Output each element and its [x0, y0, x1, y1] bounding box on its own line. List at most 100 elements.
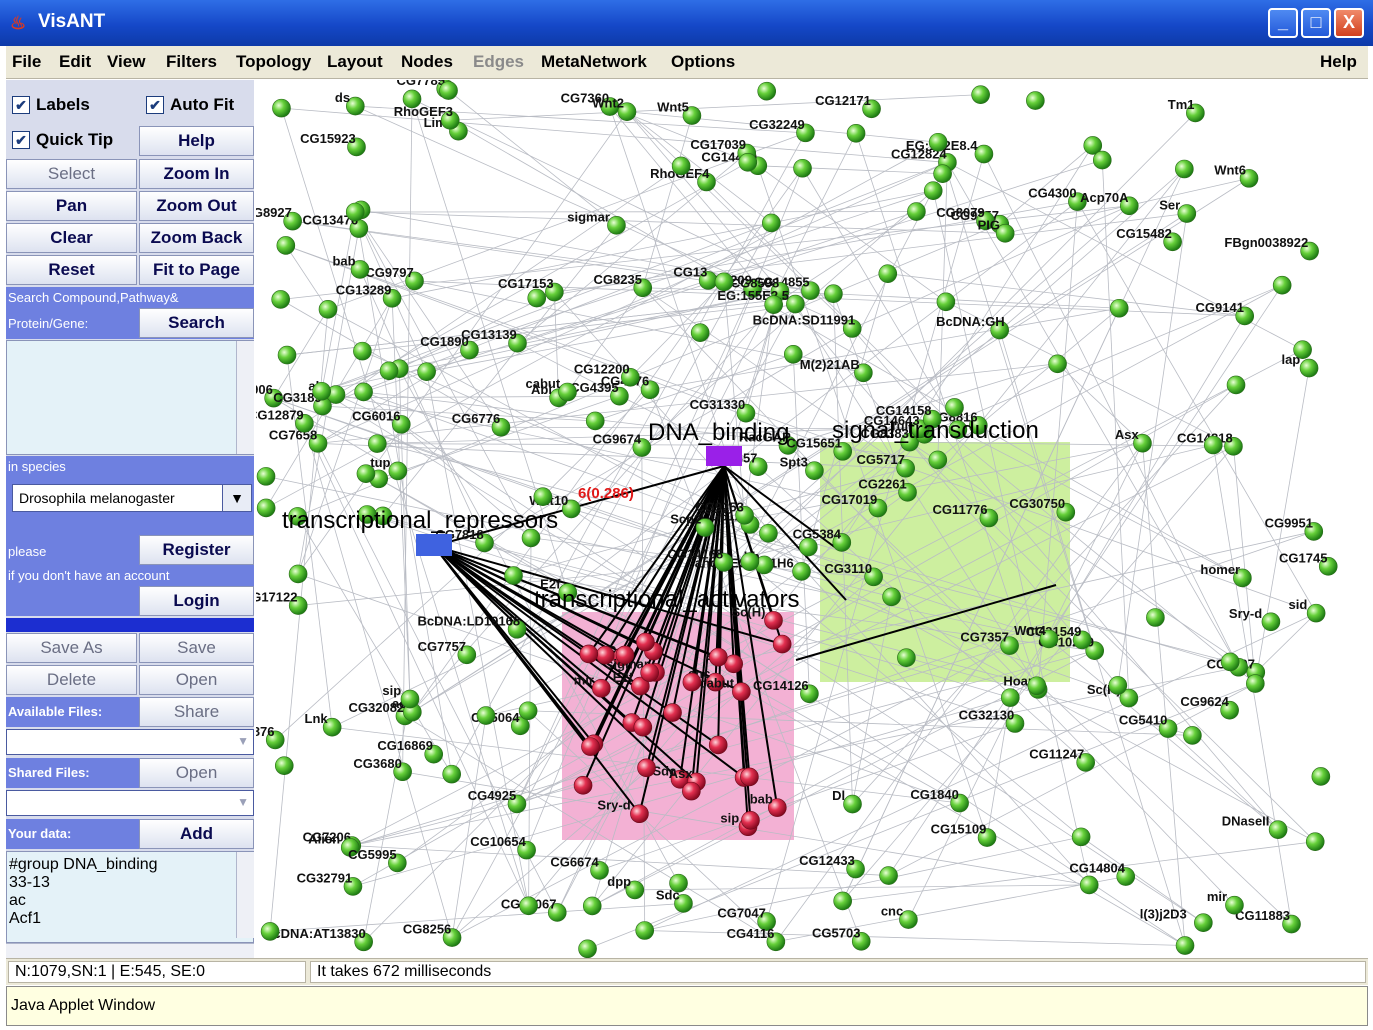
pan-button[interactable]: Pan [6, 191, 137, 221]
chevron-down-icon[interactable]: ▼ [222, 485, 251, 511]
gene-node[interactable] [928, 132, 948, 152]
gene-node[interactable] [518, 701, 538, 721]
gene-node[interactable] [400, 689, 420, 709]
zoom-out-button[interactable]: Zoom Out [139, 191, 254, 221]
gene-node[interactable] [1293, 340, 1312, 359]
gene-node[interactable] [936, 292, 956, 312]
minimize-button[interactable]: _ [1268, 8, 1298, 38]
gene-node[interactable] [928, 450, 948, 470]
register-button[interactable]: Register [139, 535, 254, 565]
menu-metanetwork[interactable]: MetaNetwork [541, 52, 647, 72]
activator-node[interactable] [595, 645, 615, 665]
activator-node[interactable] [633, 717, 653, 737]
menu-view[interactable]: View [107, 52, 145, 72]
activator-node[interactable] [740, 767, 759, 787]
open-button[interactable]: Open [139, 665, 254, 695]
search-button[interactable]: Search [139, 308, 254, 338]
gene-node[interactable] [1027, 676, 1047, 696]
activator-node[interactable] [579, 644, 599, 664]
activator-node[interactable] [682, 672, 702, 692]
activator-node[interactable] [640, 663, 659, 682]
share-button[interactable]: Share [139, 697, 254, 727]
search-input[interactable] [6, 340, 254, 455]
gene-node[interactable] [271, 290, 290, 309]
gene-node[interactable] [738, 152, 758, 172]
menu-edges[interactable]: Edges [473, 52, 524, 72]
gene-node[interactable] [277, 345, 297, 365]
save-as-button[interactable]: Save As [6, 633, 137, 663]
gene-node[interactable] [923, 181, 943, 200]
delete-button[interactable]: Delete [6, 665, 137, 695]
gene-node[interactable] [690, 323, 710, 342]
gene-node[interactable] [1261, 612, 1281, 632]
gene-node[interactable] [379, 361, 399, 381]
gene-node[interactable] [764, 295, 783, 314]
activator-node[interactable] [637, 758, 656, 778]
gene-node[interactable] [318, 300, 338, 319]
gene-node[interactable] [882, 587, 901, 607]
login-button[interactable]: Login [139, 586, 254, 616]
gene-node[interactable] [714, 272, 734, 292]
gene-node[interactable] [1194, 913, 1213, 933]
gene-node[interactable] [1000, 688, 1020, 707]
menu-nodes[interactable]: Nodes [401, 52, 453, 72]
activator-node[interactable] [709, 647, 728, 667]
gene-node[interactable] [476, 706, 496, 725]
gene-node[interactable] [1026, 91, 1045, 110]
gene-node[interactable] [805, 461, 824, 481]
menu-file[interactable]: File [12, 52, 41, 72]
gene-node[interactable] [1048, 354, 1067, 374]
gene-node[interactable] [442, 764, 461, 784]
gene-node[interactable] [757, 81, 777, 101]
gene-node[interactable] [276, 236, 296, 255]
network-canvas[interactable]: anon-EST:fe1H6CG13289CG6126CG7206CG8383E… [256, 80, 1368, 958]
gene-node[interactable] [1175, 159, 1194, 179]
activator-node[interactable] [682, 781, 701, 801]
gene-node[interactable] [1203, 435, 1223, 455]
gene-node[interactable] [353, 341, 372, 361]
gene-node[interactable] [1225, 895, 1244, 915]
gene-node[interactable] [402, 89, 422, 109]
gene-node[interactable] [1305, 832, 1325, 851]
gene-node[interactable] [578, 939, 597, 958]
activator-node[interactable] [708, 735, 728, 755]
gene-node[interactable] [1246, 674, 1265, 693]
gene-node[interactable] [312, 381, 331, 401]
gene-node[interactable] [1175, 936, 1195, 955]
gene-node[interactable] [786, 294, 805, 314]
gene-node[interactable] [1226, 375, 1246, 395]
quicktip-checkbox[interactable]: ✔ Quick Tip [12, 127, 113, 153]
data-textarea[interactable]: #group DNA_binding 33-13 ac Acf1 [6, 851, 254, 943]
zoom-back-button[interactable]: Zoom Back [139, 223, 254, 253]
gene-node[interactable] [974, 144, 994, 164]
gene-node[interactable] [345, 202, 365, 222]
gene-node[interactable] [356, 464, 376, 483]
shared-open-button[interactable]: Open [139, 758, 254, 788]
labels-checkbox[interactable]: ✔ Labels [12, 92, 90, 118]
gene-node[interactable] [833, 891, 852, 911]
gene-node[interactable] [256, 467, 276, 486]
gene-node[interactable] [272, 98, 291, 118]
gene-node[interactable] [843, 794, 862, 814]
activator-node[interactable] [772, 634, 792, 654]
gene-node[interactable] [1272, 275, 1292, 295]
gene-node[interactable] [354, 382, 373, 402]
gene-node[interactable] [1268, 820, 1288, 839]
maximize-button[interactable]: □ [1301, 8, 1331, 38]
add-button[interactable]: Add [139, 819, 254, 849]
gene-node[interactable] [971, 85, 990, 104]
gene-node[interactable] [439, 81, 458, 100]
gene-node[interactable] [558, 382, 577, 402]
gene-node[interactable] [1220, 652, 1240, 672]
gene-node[interactable] [846, 124, 866, 143]
gene-node[interactable] [607, 216, 626, 235]
gene-node[interactable] [671, 156, 691, 176]
species-dropdown[interactable]: Drosophila melanogaster ▼ [12, 484, 252, 512]
menu-options[interactable]: Options [671, 52, 735, 72]
clear-button[interactable]: Clear [6, 223, 137, 253]
gene-node[interactable] [897, 648, 916, 668]
gene-node[interactable] [1183, 726, 1202, 745]
gene-node[interactable] [793, 158, 812, 178]
activator-node[interactable] [741, 811, 760, 830]
activator-node[interactable] [663, 703, 682, 722]
